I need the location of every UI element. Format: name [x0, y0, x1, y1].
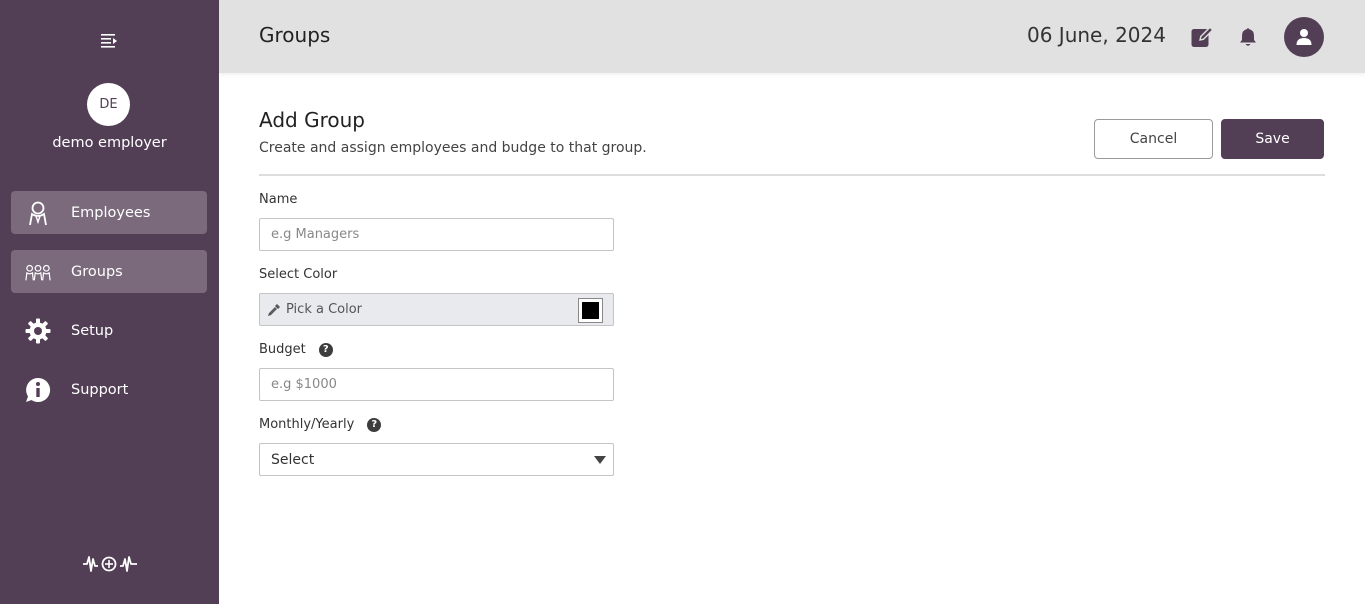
bell-icon[interactable] [1239, 27, 1257, 47]
header-title: Groups [259, 23, 331, 47]
period-select-value: Select [271, 452, 315, 468]
eyedropper-icon [267, 304, 280, 317]
color-picker-placeholder: Pick a Color [286, 302, 363, 317]
help-icon[interactable]: ? [367, 417, 382, 432]
name-input[interactable] [259, 218, 614, 251]
name-label: Name [259, 192, 297, 207]
color-label: Select Color [259, 267, 337, 282]
avatar-initials: DE [99, 97, 118, 112]
gear-icon [25, 318, 51, 344]
sidebar-item-label: Groups [71, 263, 123, 280]
info-icon [25, 377, 51, 403]
sidebar-item-support[interactable]: Support [11, 368, 207, 411]
cancel-button[interactable]: Cancel [1094, 119, 1213, 159]
divider [259, 174, 1325, 176]
sidebar-item-groups[interactable]: Groups [11, 250, 207, 293]
user-icon [1296, 29, 1312, 45]
page-title: Add Group [259, 108, 365, 132]
period-label: Monthly/Yearly ? [259, 417, 382, 432]
sidebar-item-label: Employees [71, 204, 151, 221]
sidebar-item-setup[interactable]: Setup [11, 309, 207, 352]
edit-icon[interactable] [1190, 25, 1214, 49]
app-root: DE demo employer Employees Groups Setup … [0, 0, 1365, 604]
profile-button[interactable] [1284, 17, 1324, 57]
sidebar-avatar: DE [87, 83, 130, 126]
period-label-text: Monthly/Yearly [259, 417, 355, 432]
caret-down-icon [594, 456, 606, 464]
wow-logo-icon [83, 556, 137, 572]
menu-collapse-icon[interactable] [100, 32, 118, 50]
top-header: Groups 06 June, 2024 [219, 0, 1365, 73]
color-swatch-fill [582, 302, 599, 319]
employee-icon [25, 200, 51, 226]
color-swatch[interactable] [578, 298, 603, 323]
groups-icon [25, 259, 51, 285]
budget-label: Budget ? [259, 342, 333, 357]
sidebar-item-label: Support [71, 381, 129, 398]
user-name: demo employer [52, 135, 167, 151]
sidebar-item-employees[interactable]: Employees [11, 191, 207, 234]
main-content: Add Group Create and assign employees an… [219, 73, 1365, 604]
color-label-text: Select Color [259, 267, 338, 282]
color-picker[interactable]: Pick a Color [259, 293, 614, 326]
budget-input[interactable] [259, 368, 614, 401]
header-date: 06 June, 2024 [1027, 23, 1166, 47]
budget-label-text: Budget [259, 342, 306, 357]
sidebar-item-label: Setup [71, 322, 114, 339]
sidebar: DE demo employer Employees Groups Setup … [0, 0, 219, 604]
save-button[interactable]: Save [1221, 119, 1324, 159]
page-subtitle: Create and assign employees and budge to… [259, 140, 647, 156]
help-icon[interactable]: ? [318, 342, 333, 357]
period-select[interactable]: Select [259, 443, 614, 476]
name-label-text: Name [259, 192, 298, 207]
